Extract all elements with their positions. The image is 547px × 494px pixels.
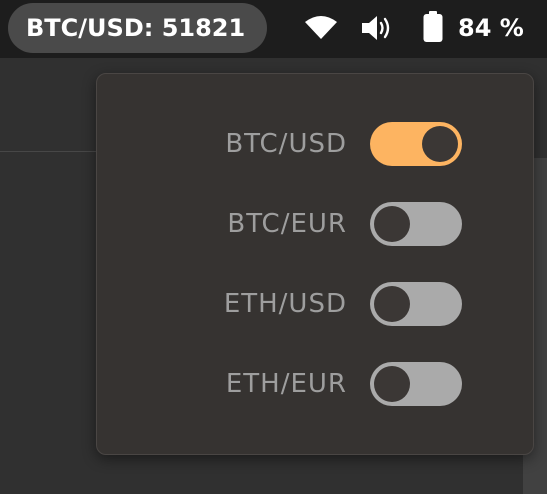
pair-row-btc-usd: BTC/USD [97,122,533,166]
pair-row-btc-eur: BTC/EUR [97,202,533,246]
pair-label: ETH/EUR [225,369,347,399]
pair-row-eth-eur: ETH/EUR [97,362,533,406]
top-bar: BTC/USD: 51821 84 % [0,0,547,58]
eth-usd-toggle[interactable] [370,282,462,326]
toggle-knob [374,206,410,242]
btc-eur-toggle[interactable] [370,202,462,246]
window-divider [0,151,100,152]
pair-label: BTC/USD [225,129,347,159]
toggle-knob [374,286,410,322]
currency-pair-menu: BTC/USD BTC/EUR ETH/USD ETH/EUR [96,73,534,455]
wifi-icon[interactable] [303,14,339,44]
toggle-knob [374,366,410,402]
ticker-indicator[interactable]: BTC/USD: 51821 [8,3,268,53]
toggle-knob [422,126,458,162]
pair-row-eth-usd: ETH/USD [97,282,533,326]
pair-label: ETH/USD [223,289,347,319]
eth-eur-toggle[interactable] [370,362,462,406]
btc-usd-toggle[interactable] [370,122,462,166]
battery-percentage: 84 % [458,14,524,42]
volume-icon[interactable] [360,14,394,46]
pair-label: BTC/EUR [227,209,347,239]
battery-icon[interactable] [422,10,444,48]
